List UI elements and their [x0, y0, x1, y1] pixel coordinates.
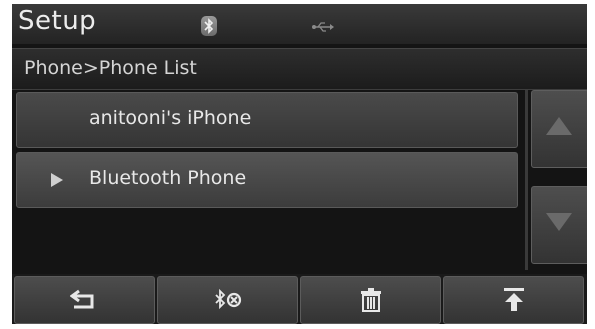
phone-list: anitooni's iPhone Bluetooth Phone: [12, 90, 524, 268]
delete-button[interactable]: [300, 276, 441, 324]
back-button[interactable]: [14, 276, 155, 324]
setup-screen: Setup Phone>Phone List anitooni's iPhone: [12, 4, 587, 324]
top-bar: Setup: [12, 4, 587, 44]
scroll-down-button[interactable]: [531, 186, 587, 264]
move-to-top-button[interactable]: [443, 276, 584, 324]
list-item-label: Bluetooth Phone: [89, 167, 247, 189]
bluetooth-disconnect-icon: [215, 288, 242, 310]
usb-icon: [312, 18, 334, 37]
move-to-top-icon: [504, 288, 524, 311]
list-item[interactable]: anitooni's iPhone: [16, 92, 518, 148]
trash-icon: [361, 288, 381, 312]
arrow-up-icon: [546, 117, 572, 135]
breadcrumb-bar: Phone>Phone List: [12, 48, 587, 90]
bottom-toolbar: [12, 274, 587, 324]
breadcrumb: Phone>Phone List: [24, 57, 197, 79]
scroll-up-button[interactable]: [531, 90, 587, 168]
back-icon: [70, 289, 94, 309]
list-item[interactable]: Bluetooth Phone: [16, 152, 518, 208]
page-title: Setup: [18, 6, 97, 36]
list-item-label: anitooni's iPhone: [89, 107, 252, 129]
disconnect-bluetooth-button[interactable]: [157, 276, 298, 324]
arrow-down-icon: [546, 213, 572, 231]
play-icon: [51, 172, 63, 191]
scrollbar-track: [525, 90, 528, 270]
bluetooth-icon: [201, 16, 217, 36]
